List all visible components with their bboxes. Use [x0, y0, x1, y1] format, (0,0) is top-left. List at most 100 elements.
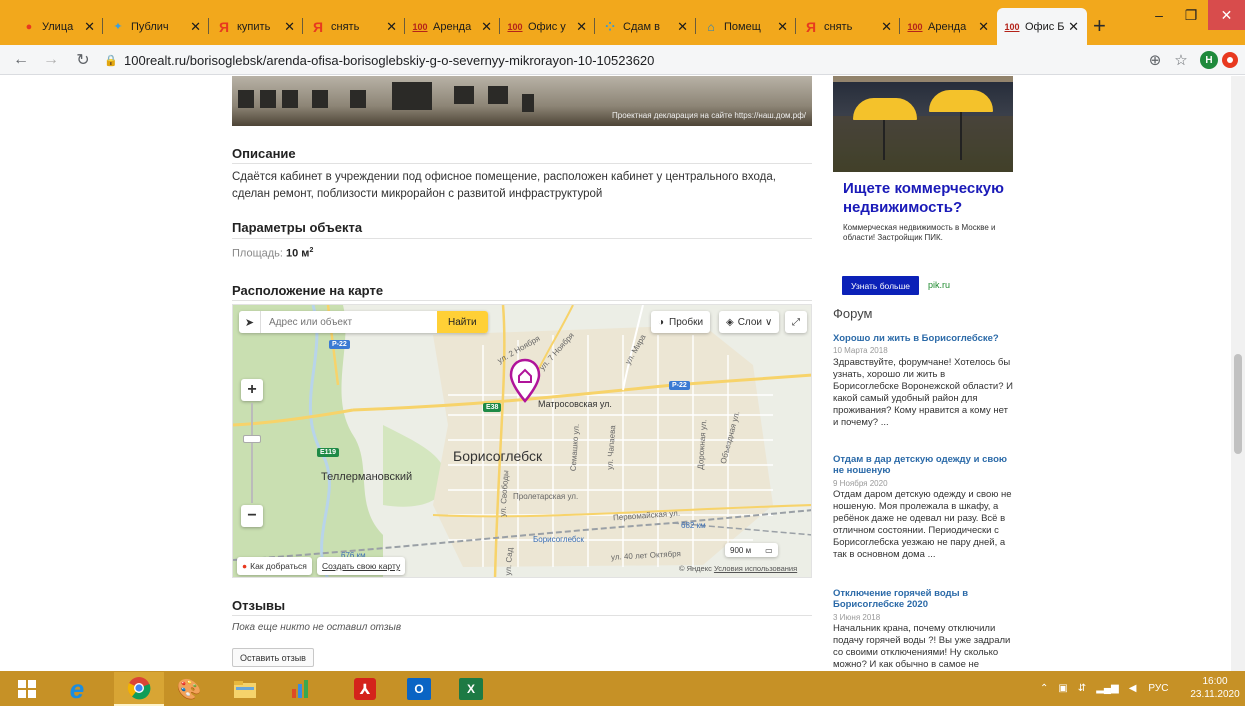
browser-tab[interactable]: ⁘ Сдам в ✕	[595, 8, 696, 45]
ad-text: Коммерческая недвижимость в Москве и обл…	[843, 223, 996, 242]
browser-tab-active[interactable]: 100 Офис Б ✕	[997, 8, 1087, 45]
description-text: Сдаётся кабинет в учреждении под офисное…	[232, 171, 776, 200]
fullscreen-button[interactable]: ⤢	[785, 311, 807, 333]
close-tab-icon[interactable]: ✕	[386, 19, 397, 35]
browser-tab[interactable]: Я купить ✕	[209, 8, 303, 45]
ad-link[interactable]: pik.ru	[928, 280, 950, 290]
taskbar-outlook[interactable]: O	[394, 672, 444, 706]
minimize-button[interactable]: –	[1144, 0, 1174, 30]
maximize-button[interactable]: ❐	[1176, 0, 1206, 30]
close-window-button[interactable]: ✕	[1208, 0, 1245, 30]
map-label-city: Борисоглебск	[453, 448, 543, 464]
yandex-map[interactable]: ➤ Найти ◑ Пробки ◈ Слои ∨ ⤢ + − Р-22 Р-2…	[232, 304, 812, 578]
taskbar-ie[interactable]: e	[52, 672, 102, 706]
browser-tab[interactable]: ✦ Публич ✕	[103, 8, 209, 45]
close-tab-icon[interactable]: ✕	[777, 19, 788, 35]
close-tab-icon[interactable]: ✕	[284, 19, 295, 35]
zoom-out-button[interactable]: −	[241, 505, 263, 527]
tray-expand-icon[interactable]: ⌃	[1040, 683, 1048, 694]
browser-tab-strip: ● Улица ✕ ✦ Публич ✕ Я купить ✕ Я снять …	[0, 0, 1245, 45]
route-button[interactable]: ● Как добраться	[237, 557, 312, 575]
layers-button[interactable]: ◈ Слои ∨	[719, 311, 780, 333]
back-button[interactable]: ←	[10, 49, 32, 71]
browser-tab[interactable]: 100 Аренда ✕	[900, 8, 997, 45]
profile-avatar[interactable]: Н	[1200, 51, 1218, 69]
map-copyright: © Яндекс Условия использования	[679, 564, 797, 573]
forum-post-title[interactable]: Хорошо ли жить в Борисоглебске?	[833, 333, 1013, 344]
volume-icon[interactable]: ◀	[1129, 683, 1137, 694]
zoom-slider-handle[interactable]	[243, 435, 261, 443]
listing-photo: Проектная декларация на сайте https://на…	[232, 76, 812, 126]
taskbar-chrome[interactable]	[114, 672, 164, 706]
new-tab-button[interactable]: +	[1093, 15, 1106, 37]
sync-icon[interactable]: ⇵	[1078, 683, 1086, 694]
geolocation-icon[interactable]: ➤	[239, 311, 261, 333]
ad-title[interactable]: Ищете коммерческую недвижимость?	[843, 179, 1018, 217]
yandex-icon: Я	[312, 18, 324, 35]
tab-title: Аренда	[928, 20, 967, 33]
ad-learn-more-button[interactable]: Узнать больше	[842, 276, 919, 295]
create-map-link[interactable]: Создать свою карту	[317, 557, 406, 575]
taskbar-chart-app[interactable]	[276, 672, 326, 706]
forward-button[interactable]: →	[40, 49, 62, 71]
lock-icon: 🔒	[104, 54, 118, 67]
browser-tab[interactable]: ⌂ Помещ ✕	[696, 8, 796, 45]
browser-tab[interactable]: Я снять ✕	[303, 8, 405, 45]
map-label-street: Пролетарская ул.	[513, 492, 579, 501]
url-text: 100realt.ru/borisoglebsk/arenda-ofisa-bo…	[124, 52, 655, 68]
ad-image[interactable]	[833, 76, 1013, 172]
scale-bar: 900 м ▭	[725, 543, 778, 557]
ie-icon: e	[69, 673, 85, 704]
signal-icon[interactable]: ▂▄▆	[1096, 683, 1118, 694]
start-button[interactable]	[2, 672, 52, 706]
close-tab-icon[interactable]: ✕	[576, 19, 587, 35]
forum-post-text: Отдам даром детскую одежду и свою не нош…	[833, 489, 1012, 560]
extension-icon[interactable]	[1222, 52, 1238, 68]
close-tab-icon[interactable]: ✕	[84, 19, 95, 35]
language-indicator[interactable]: РУС	[1148, 683, 1168, 694]
scrollbar-thumb[interactable]	[1234, 354, 1242, 454]
clock[interactable]: 16:00 23.11.2020	[1188, 675, 1242, 701]
close-tab-icon[interactable]: ✕	[190, 19, 201, 35]
tab-title: снять	[824, 20, 853, 33]
close-tab-icon[interactable]: ✕	[978, 19, 989, 35]
scale-label: 900 м	[730, 545, 752, 555]
100realt-icon: 100	[507, 21, 523, 32]
forum-heading: Форум	[833, 306, 873, 321]
browser-tab[interactable]: ● Улица ✕	[14, 8, 103, 45]
zoom-slider-track[interactable]	[251, 403, 253, 503]
excel-icon: X	[459, 678, 483, 700]
tab-title: Аренда	[433, 20, 472, 33]
taskbar-explorer[interactable]	[220, 672, 270, 706]
browser-tab[interactable]: 100 Аренда ✕	[405, 8, 500, 45]
terms-link[interactable]: Условия использования	[714, 564, 797, 573]
map-find-button[interactable]: Найти	[437, 311, 488, 333]
page-scrollbar[interactable]	[1231, 76, 1245, 671]
close-tab-icon[interactable]: ✕	[481, 19, 492, 35]
taskbar-excel[interactable]: X	[446, 672, 496, 706]
address-bar[interactable]: 🔒 100realt.ru/borisoglebsk/arenda-ofisa-…	[104, 48, 1154, 72]
house-icon: ⌂	[707, 19, 715, 34]
clock-date: 23.11.2020	[1190, 689, 1240, 700]
browser-tab[interactable]: Я снять ✕	[796, 8, 900, 45]
tab-title: Офис у	[528, 20, 566, 33]
traffic-button[interactable]: ◑ Пробки	[651, 311, 711, 333]
close-tab-icon[interactable]: ✕	[677, 19, 688, 35]
system-tray: ⌃ ▣ ⇵ ▂▄▆ ◀ РУС	[1040, 671, 1168, 706]
map-search-input[interactable]	[261, 311, 437, 333]
forum-post-title[interactable]: Отдам в дар детскую одежду и свою не нош…	[833, 454, 1013, 476]
network-icon[interactable]: ▣	[1058, 683, 1067, 694]
100realt-icon: 100	[1004, 21, 1020, 32]
ruler-icon[interactable]: ▭	[765, 546, 773, 555]
reload-button[interactable]: ↻	[72, 49, 94, 71]
zoom-icon[interactable]: ⊕	[1144, 49, 1166, 71]
close-tab-icon[interactable]: ✕	[881, 19, 892, 35]
zoom-in-button[interactable]: +	[241, 379, 263, 401]
taskbar-paint[interactable]: 🎨	[164, 672, 214, 706]
forum-post-title[interactable]: Отключение горячей воды в Борисоглебске …	[833, 588, 1013, 610]
close-tab-icon[interactable]: ✕	[1068, 19, 1079, 35]
bookmark-star-icon[interactable]: ☆	[1170, 49, 1192, 71]
leave-review-button[interactable]: Оставить отзыв	[232, 648, 314, 667]
taskbar-acrobat[interactable]: ⅄	[340, 672, 390, 706]
browser-tab[interactable]: 100 Офис у ✕	[500, 8, 595, 45]
